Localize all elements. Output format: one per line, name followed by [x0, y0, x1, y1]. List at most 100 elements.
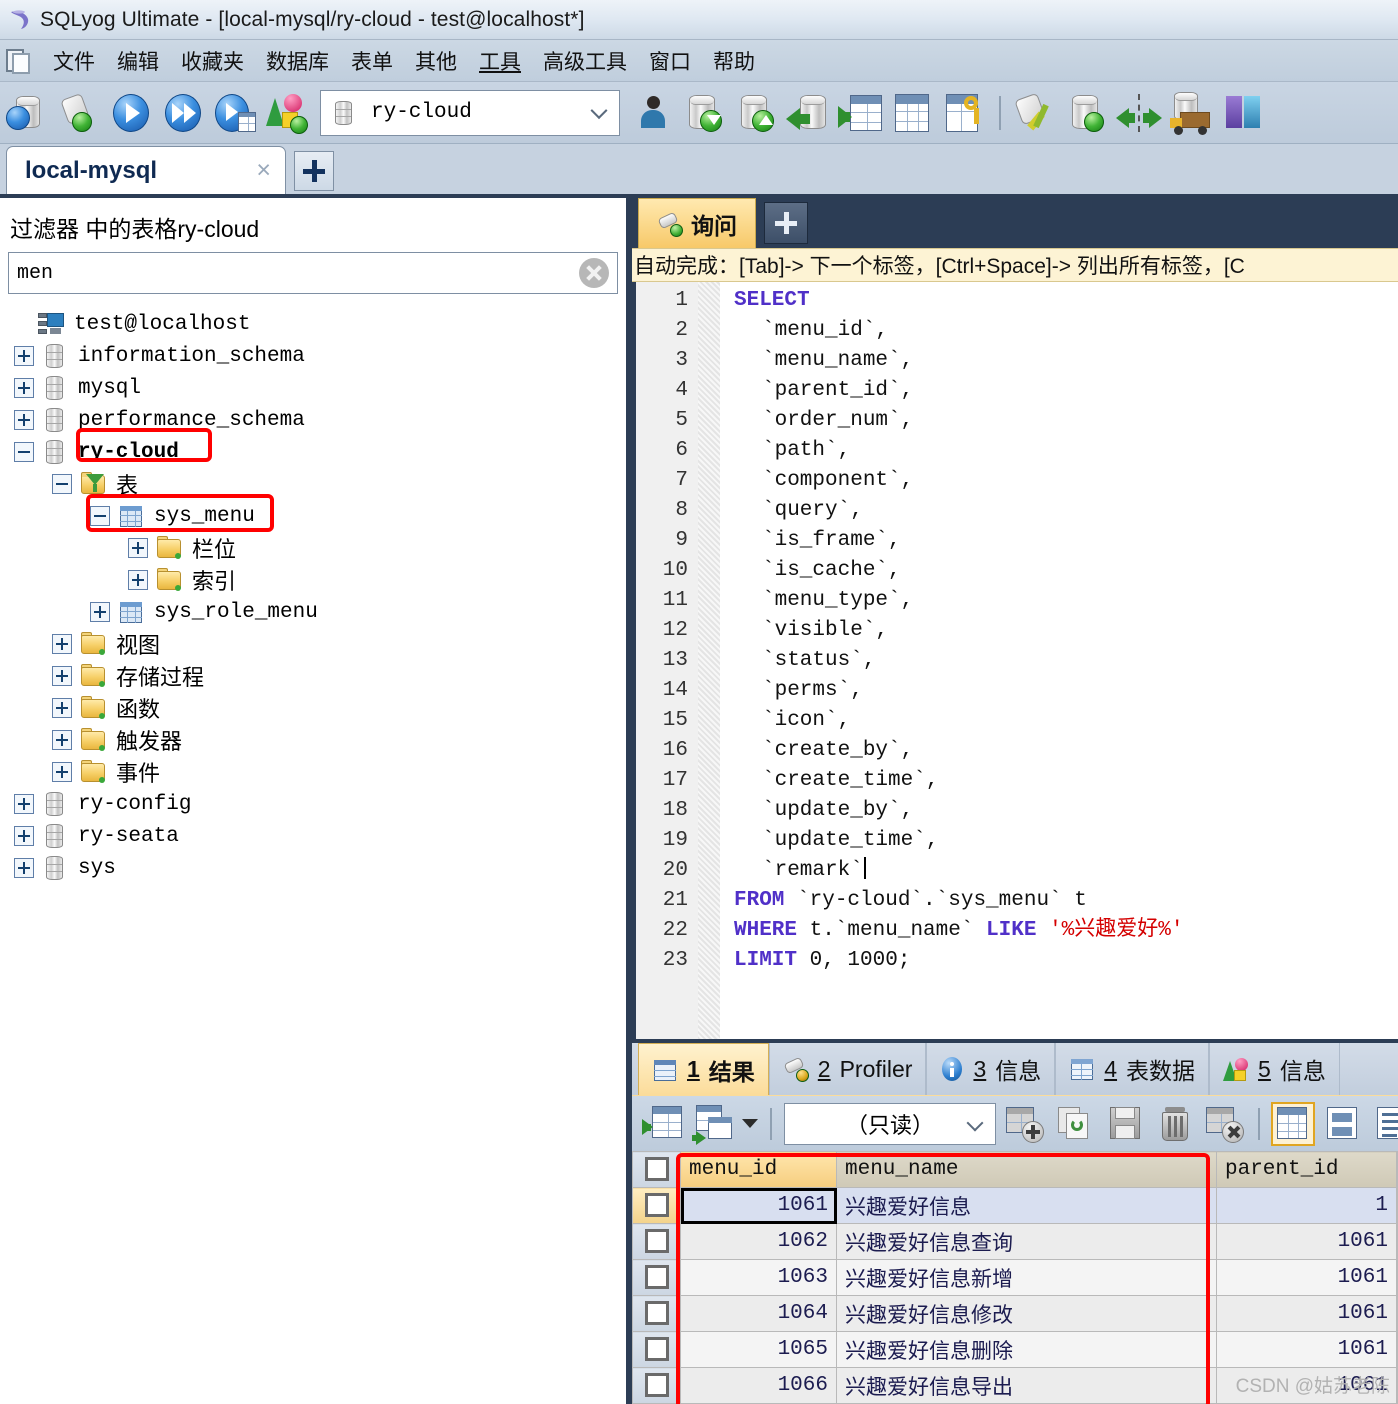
row-select-cell[interactable] [632, 1187, 681, 1224]
refresh-grid-icon[interactable] [642, 1103, 684, 1145]
cancel-changes-icon[interactable] [1204, 1103, 1246, 1145]
cell-parent-id[interactable]: 1061 [1216, 1367, 1397, 1404]
cell-menu-name[interactable]: 兴趣爱好信息 [836, 1187, 1217, 1224]
expander-icon[interactable] [14, 378, 34, 398]
table-row[interactable]: 1066 兴趣爱好信息导出 1061 [632, 1367, 1398, 1404]
code-line[interactable]: `query`, [734, 496, 1398, 526]
cell-menu-name[interactable]: 兴趣爱好信息导出 [836, 1367, 1217, 1404]
cell-menu-name[interactable]: 兴趣爱好信息新增 [836, 1259, 1217, 1296]
table-row[interactable]: 1064 兴趣爱好信息修改 1061 [632, 1295, 1398, 1332]
code-line[interactable]: `menu_id`, [734, 316, 1398, 346]
insert-row-icon[interactable] [1004, 1103, 1046, 1145]
query-tab[interactable]: 询问 [638, 198, 756, 248]
menu-table[interactable]: 表单 [340, 44, 404, 78]
tab-objects-info[interactable]: 5 信息 [1209, 1043, 1340, 1095]
results-grid-wrapper[interactable]: menu_id menu_name parent_id 1061 兴趣爱好信息 1 1… [632, 1151, 1398, 1404]
tree-node-views-folder[interactable]: 视图 [0, 628, 626, 660]
cell-parent-id[interactable]: 1061 [1216, 1223, 1397, 1260]
code-line[interactable]: `update_time`, [734, 826, 1398, 856]
checkbox[interactable] [644, 1229, 669, 1254]
cell-parent-id[interactable]: 1061 [1216, 1331, 1397, 1368]
expander-icon[interactable] [128, 570, 148, 590]
expander-icon[interactable] [14, 442, 34, 462]
table-row[interactable]: 1065 兴趣爱好信息删除 1061 [632, 1331, 1398, 1368]
menu-help[interactable]: 帮助 [702, 44, 766, 78]
checkbox[interactable] [644, 1373, 669, 1398]
schema-designer-icon[interactable] [264, 90, 310, 136]
code-line[interactable]: LIMIT 0, 1000; [734, 946, 1398, 976]
object-tree[interactable]: test@localhost information_schema mysql … [0, 304, 626, 1404]
database-selector[interactable]: ry-cloud [320, 89, 620, 136]
expander-icon[interactable] [52, 474, 72, 494]
sql-formatter-icon[interactable] [1012, 90, 1058, 136]
execute-all-queries-icon[interactable] [160, 90, 206, 136]
tree-node-tables-folder[interactable]: 表 [0, 468, 626, 500]
cell-extra[interactable] [1396, 1331, 1398, 1368]
sql-code[interactable]: SELECT `menu_id`, `menu_name`, `parent_id`,… [720, 282, 1398, 1039]
checkbox[interactable] [644, 1157, 669, 1182]
user-manager-icon[interactable] [630, 90, 676, 136]
execute-query-stepwise-icon[interactable] [212, 90, 258, 136]
code-line[interactable]: `update_by`, [734, 796, 1398, 826]
grid-view-icon[interactable] [1271, 1101, 1315, 1146]
code-line[interactable]: SELECT [734, 286, 1398, 316]
expander-icon[interactable] [14, 410, 34, 430]
cell-menu-name[interactable]: 兴趣爱好信息删除 [836, 1331, 1217, 1368]
cell-menu-id[interactable]: 1064 [680, 1295, 837, 1332]
expander-icon[interactable] [52, 666, 72, 686]
column-header-parent-id[interactable]: parent_id [1216, 1151, 1397, 1188]
cell-extra[interactable] [1396, 1187, 1398, 1224]
import-external-data-icon[interactable] [838, 90, 884, 136]
tree-node-sys[interactable]: sys [0, 852, 626, 884]
code-line[interactable]: `path`, [734, 436, 1398, 466]
cell-extra[interactable] [1396, 1223, 1398, 1260]
form-view-icon[interactable] [1322, 1103, 1364, 1145]
tree-node-performance-schema[interactable]: performance_schema [0, 404, 626, 436]
tree-node-server[interactable]: test@localhost [0, 308, 626, 340]
column-header-menu-name[interactable]: menu_name [836, 1151, 1217, 1188]
tab-results[interactable]: 1 结果 [638, 1043, 769, 1095]
code-line[interactable]: `is_cache`, [734, 556, 1398, 586]
code-line[interactable]: `create_time`, [734, 766, 1398, 796]
open-in-new-tab-icon[interactable] [692, 1103, 734, 1145]
import-database-icon[interactable] [682, 90, 728, 136]
row-select-cell[interactable] [632, 1367, 681, 1404]
select-all-header[interactable] [632, 1151, 681, 1188]
tree-node-ry-config[interactable]: ry-config [0, 788, 626, 820]
expander-icon[interactable] [52, 762, 72, 782]
export-database-icon[interactable] [734, 90, 780, 136]
checkbox[interactable] [644, 1301, 669, 1326]
restore-from-dump-icon[interactable] [786, 90, 832, 136]
tree-node-ry-cloud[interactable]: ry-cloud [0, 436, 626, 468]
table-data-icon[interactable] [890, 90, 936, 136]
close-icon[interactable]: × [256, 156, 271, 185]
tree-node-mysql[interactable]: mysql [0, 372, 626, 404]
tree-node-indexes-folder[interactable]: 索引 [0, 564, 626, 596]
delete-row-icon[interactable] [1154, 1103, 1196, 1145]
tab-table-data[interactable]: 4 表数据 [1055, 1043, 1210, 1095]
tree-node-functions-folder[interactable]: 函数 [0, 692, 626, 724]
table-row[interactable]: 1063 兴趣爱好信息新增 1061 [632, 1259, 1398, 1296]
code-line[interactable]: `menu_name`, [734, 346, 1398, 376]
cell-menu-id[interactable]: 1066 [680, 1367, 837, 1404]
column-header-extra[interactable] [1396, 1151, 1398, 1188]
code-line[interactable]: `menu_type`, [734, 586, 1398, 616]
new-connection-icon[interactable] [4, 90, 50, 136]
edit-mode-select[interactable]: （只读） [784, 1102, 996, 1145]
filter-input[interactable] [9, 253, 579, 293]
more-tools-icon[interactable] [1220, 90, 1266, 136]
code-line[interactable]: `remark` [734, 856, 1398, 886]
code-line[interactable]: `create_by`, [734, 736, 1398, 766]
checkbox[interactable] [644, 1193, 669, 1218]
cell-menu-name[interactable]: 兴趣爱好信息查询 [836, 1223, 1217, 1260]
results-grid[interactable]: menu_id menu_name parent_id 1061 兴趣爱好信息 1 1… [632, 1151, 1398, 1404]
column-header-menu-id[interactable]: menu_id [680, 1151, 837, 1188]
sql-editor[interactable]: 1 2 3 4 5 6 7 8 9 10 11 12 13 14 15 16 17 18 19 20 21 22 23 SE… [632, 282, 1398, 1039]
tab-messages[interactable]: 3 信息 [926, 1043, 1056, 1095]
tree-node-sys-role-menu[interactable]: sys_role_menu [0, 596, 626, 628]
duplicate-row-icon[interactable] [1054, 1103, 1096, 1145]
table-row[interactable]: 1062 兴趣爱好信息查询 1061 [632, 1223, 1398, 1260]
execute-query-icon[interactable] [108, 90, 154, 136]
expander-icon[interactable] [52, 634, 72, 654]
cell-menu-id[interactable]: 1063 [680, 1259, 837, 1296]
